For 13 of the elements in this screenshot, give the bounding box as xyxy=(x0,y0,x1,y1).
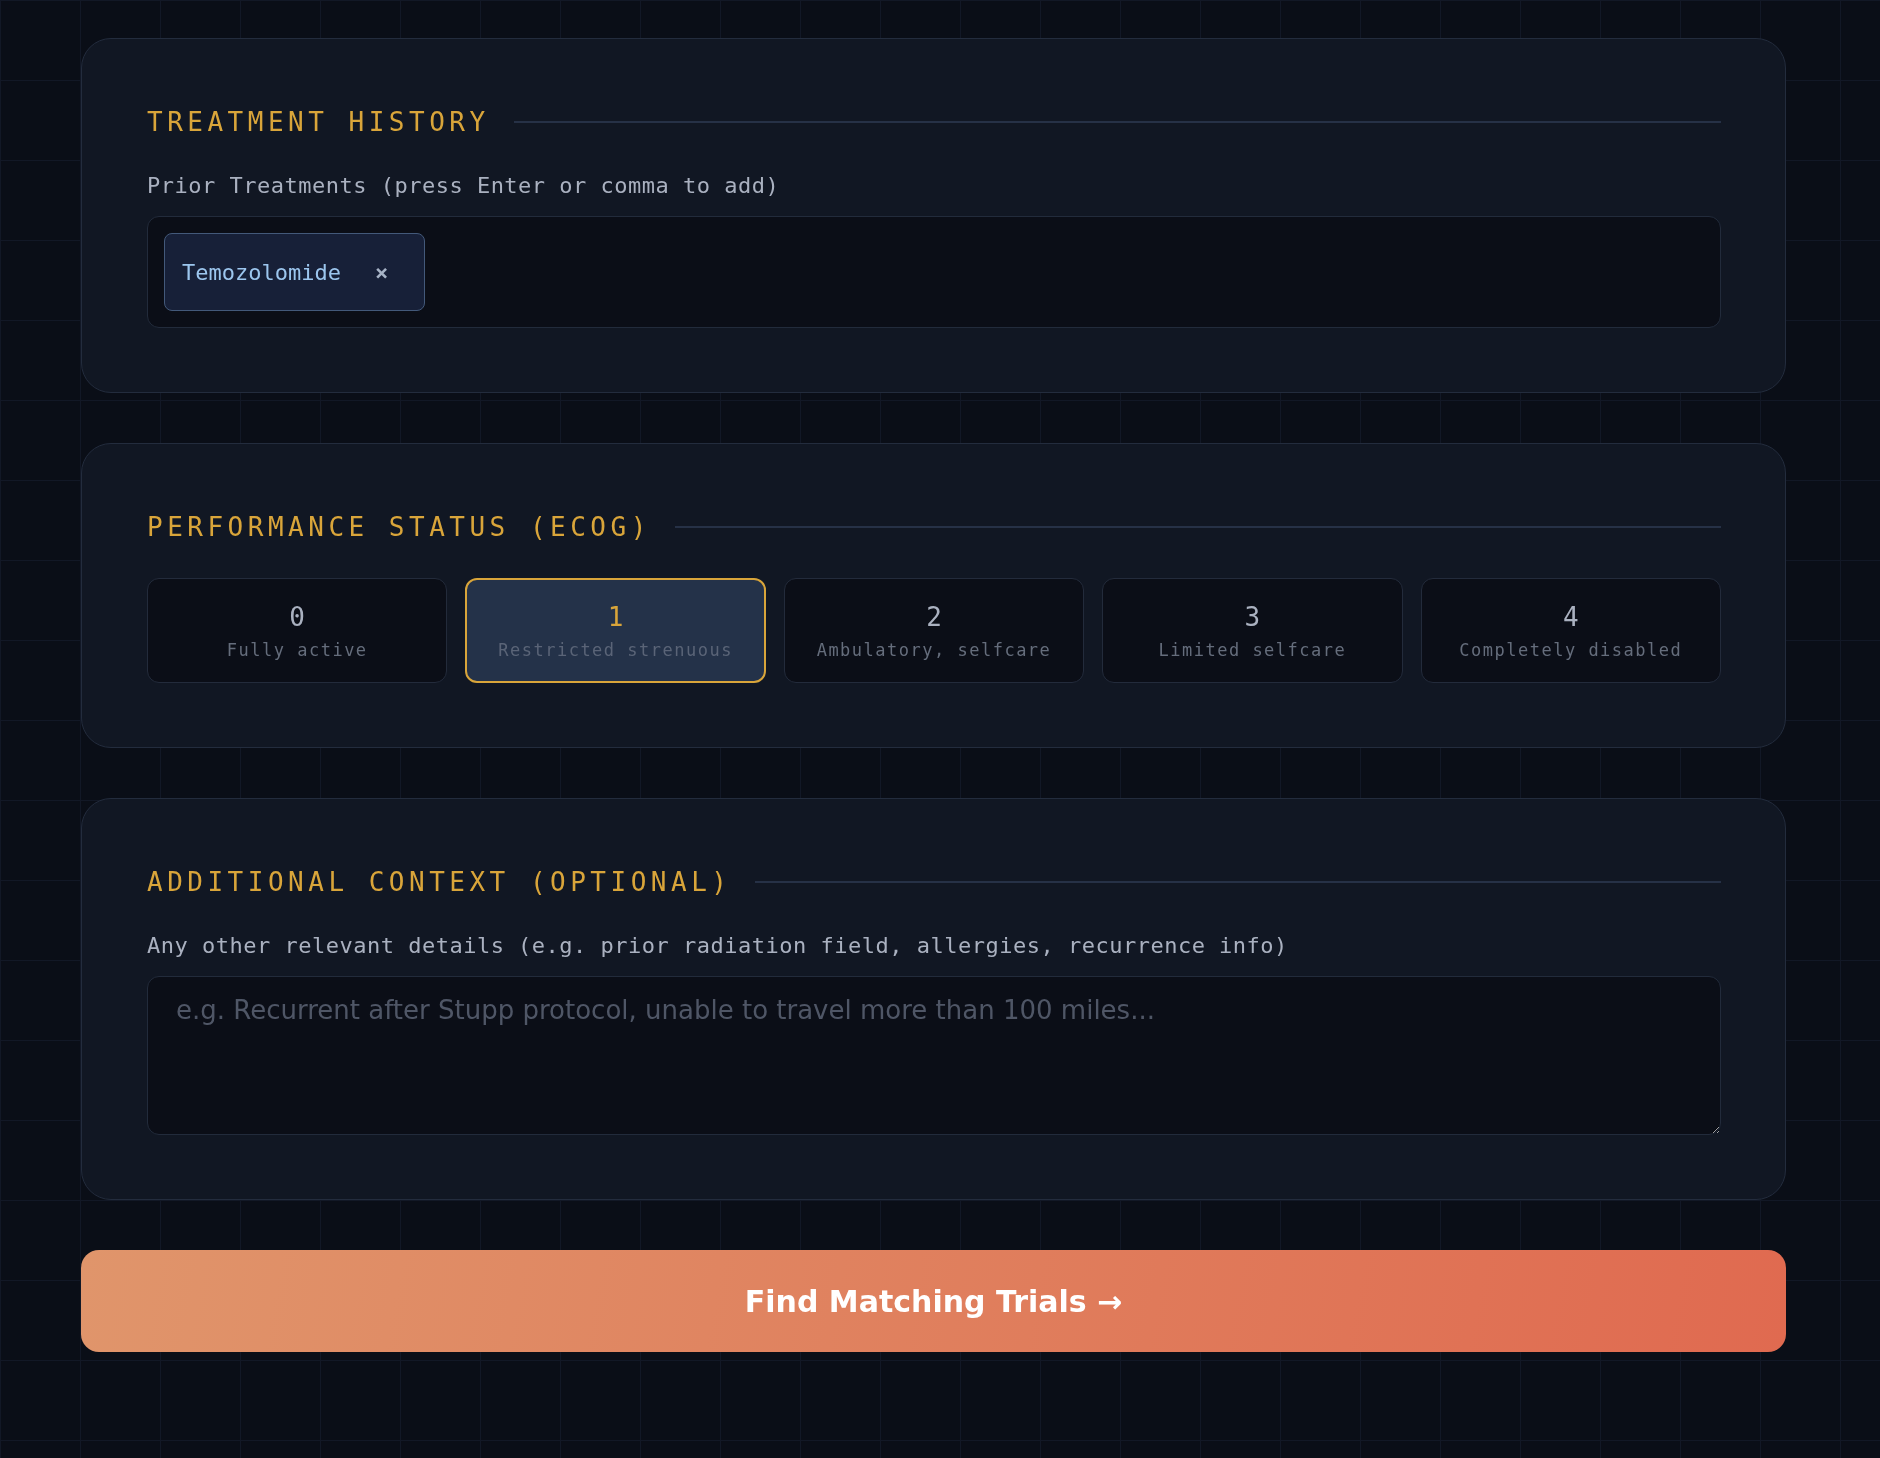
section-title: PERFORMANCE STATUS (ECOG) xyxy=(147,512,651,542)
ecog-option[interactable]: 0 Fully active xyxy=(147,578,448,683)
field-label: Any other relevant details (e.g. prior radiation field, allergies, recurrence info) xyxy=(147,933,1289,958)
ecog-option[interactable]: 3 Limited selfcare xyxy=(1102,578,1403,683)
section-title: ADDITIONAL CONTEXT (OPTIONAL) xyxy=(147,867,732,897)
details-textarea[interactable]: e.g. Recurrent after Stupp protocol, unable to travel more than 100 miles... xyxy=(147,976,1721,1135)
remove-tag-button[interactable]: × xyxy=(374,259,389,285)
section-title: TREATMENT HISTORY xyxy=(147,107,490,137)
ecog-option[interactable]: 4 Completely disabled xyxy=(1420,578,1721,683)
ecog-option[interactable]: 2 Ambulatory, selfcare xyxy=(783,578,1085,683)
tag-input-field[interactable]: Temozolomide × xyxy=(147,216,1721,328)
tag-label: Temozolomide xyxy=(182,259,341,285)
field-label: Prior Treatments (press Enter or comma to add) xyxy=(147,173,781,198)
